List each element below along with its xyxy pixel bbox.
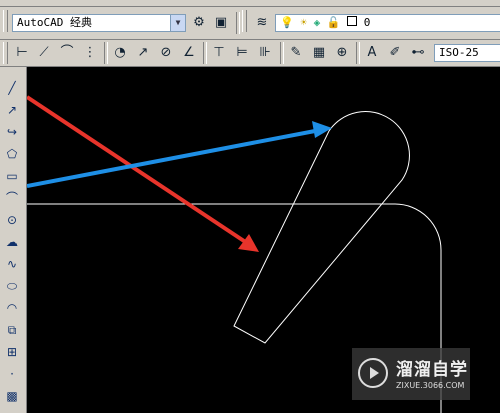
dimstyle-combo-value: ISO-25	[439, 46, 479, 59]
watermark-subtitle: ZIXUE.3066.COM	[396, 381, 465, 390]
circle-icon[interactable]: ⊙	[3, 211, 21, 229]
spline-icon[interactable]: ∿	[3, 255, 21, 273]
save-workspace-icon[interactable]: ▣	[211, 13, 231, 33]
quick-dim-icon[interactable]: ⊤	[209, 43, 229, 63]
workspace-combo[interactable]: AutoCAD 经典 ▼	[12, 14, 186, 32]
toolbar-grip[interactable]	[242, 10, 247, 32]
linear-dim-icon[interactable]: ⊢	[12, 43, 32, 63]
dimstyle-combo[interactable]: ISO-25	[434, 44, 500, 62]
rectangle-icon[interactable]: ▭	[3, 167, 21, 185]
blue-arrow-head	[312, 121, 332, 138]
ellipse-arc-icon[interactable]: ◠	[3, 299, 21, 317]
layer-state-icon[interactable]: ◈	[314, 16, 321, 29]
watermark-title: 溜溜自学	[396, 360, 468, 380]
radius-dim-icon[interactable]: ◔	[110, 43, 130, 63]
insert-block-icon[interactable]: ⧉	[3, 321, 21, 339]
baseline-dim-icon[interactable]: ⊨	[232, 43, 252, 63]
center-mark-icon[interactable]: ⊕	[332, 43, 352, 63]
diameter-dim-icon[interactable]: ⊘	[156, 43, 176, 63]
blue-arrow-shaft	[27, 129, 316, 188]
construction-line-icon[interactable]: ↗	[3, 101, 21, 119]
revision-cloud-icon[interactable]: ☁	[3, 233, 21, 251]
hatch-icon[interactable]: ▩	[3, 387, 21, 405]
toolbar-separator	[236, 12, 240, 34]
red-arrow-shaft	[27, 95, 249, 245]
red-arrow-head	[238, 234, 259, 252]
play-logo-icon	[358, 358, 388, 388]
dimtedit-icon[interactable]: ✐	[385, 43, 405, 63]
tolerance-icon[interactable]: ▦	[309, 43, 329, 63]
dimedit-icon[interactable]: A	[362, 43, 382, 63]
toolbar-separator	[203, 42, 207, 64]
layer-properties-icon[interactable]: ≋	[252, 13, 272, 33]
workspace-settings-icon[interactable]: ⚙	[189, 13, 209, 33]
arc-length-icon[interactable]: ⌒	[57, 43, 77, 63]
polygon-icon[interactable]: ⬠	[3, 145, 21, 163]
polyline-icon[interactable]: ↪	[3, 123, 21, 141]
continue-dim-icon[interactable]: ⊪	[255, 43, 275, 63]
watermark: 溜溜自学 ZIXUE.3066.COM	[352, 348, 470, 400]
angular-dim-icon[interactable]: ∠	[179, 43, 199, 63]
lightbulb-icon[interactable]: 💡	[280, 16, 294, 29]
arc-icon[interactable]: ⌒	[3, 189, 21, 207]
sun-icon[interactable]: ☀	[300, 16, 307, 29]
aligned-dim-icon[interactable]: ⟋	[34, 43, 54, 63]
jogged-dim-icon[interactable]: ↗	[133, 43, 153, 63]
menu-strip	[0, 0, 500, 7]
workspace-combo-value: AutoCAD 经典	[17, 16, 92, 29]
chevron-down-icon[interactable]: ▼	[170, 15, 185, 31]
toolbar-grip[interactable]	[3, 42, 8, 64]
make-block-icon[interactable]: ⊞	[3, 343, 21, 361]
layer-combo[interactable]: 💡 ☀ ◈ 🔓 0	[275, 14, 500, 32]
dimstyle-icon[interactable]: ⊷	[408, 43, 428, 63]
toolbar-grip[interactable]	[3, 10, 8, 32]
workspace-toolbar: AutoCAD 经典 ▼ ⚙ ▣ ≋ 💡 ☀ ◈ 🔓 0	[0, 7, 500, 40]
line-icon[interactable]: ╱	[3, 79, 21, 97]
draw-toolbar: ╱ ↗ ↪ ⬠ ▭ ⌒ ⊙ ☁ ∿ ⬭ ◠ ⧉ ⊞ · ▩	[0, 67, 27, 413]
layer-combo-value: 0	[363, 16, 371, 29]
dimension-toolbar: ⊢ ⟋ ⌒ ⋮ ◔ ↗ ⊘ ∠ ⊤ ⊨ ⊪ ✎ ▦ ⊕ A ✐ ⊷ ISO-25	[0, 40, 500, 67]
ordinate-dim-icon[interactable]: ⋮	[80, 43, 100, 63]
toolbar-separator	[104, 42, 108, 64]
toolbar-separator	[356, 42, 360, 64]
lock-icon[interactable]: 🔓	[327, 16, 341, 29]
qleader-icon[interactable]: ✎	[286, 43, 306, 63]
toolbar-separator	[280, 42, 284, 64]
point-icon[interactable]: ·	[3, 365, 21, 383]
color-square-icon	[347, 16, 358, 26]
ellipse-icon[interactable]: ⬭	[3, 277, 21, 295]
slot-shape[interactable]	[233, 111, 410, 344]
